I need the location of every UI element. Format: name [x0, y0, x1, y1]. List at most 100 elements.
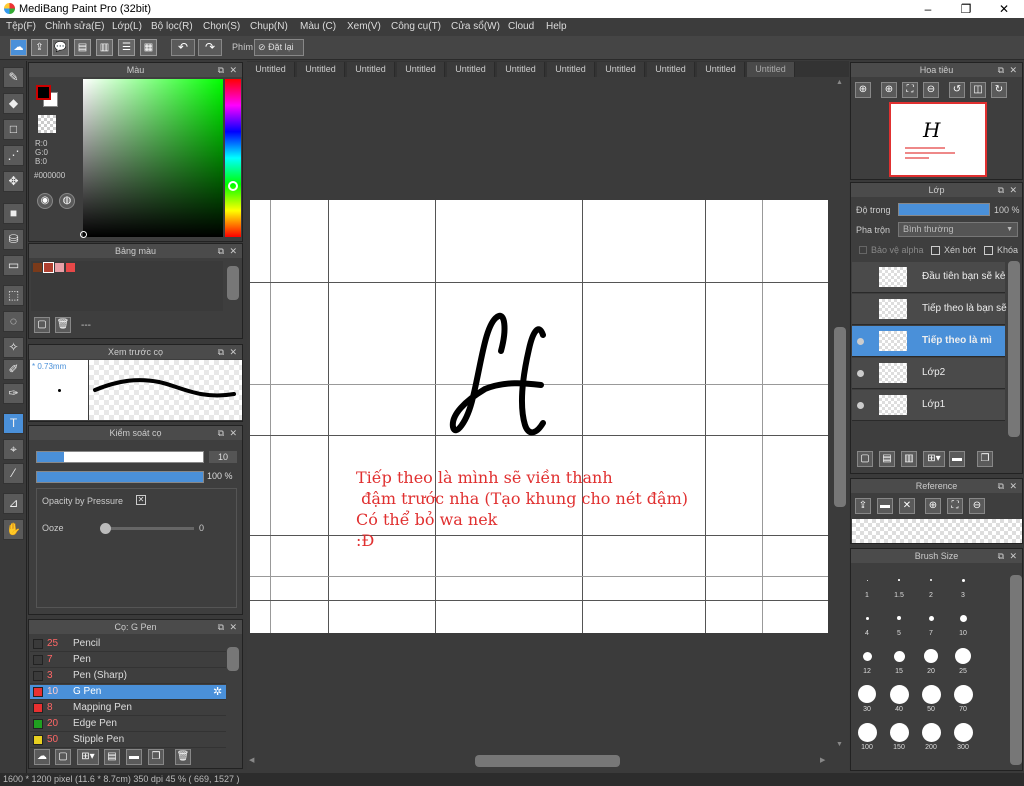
redo-button[interactable]: ↷	[198, 39, 222, 56]
undock-icon[interactable]: ⧉	[218, 244, 224, 258]
ooze-slider[interactable]	[100, 523, 194, 534]
lock-checkbox[interactable]	[984, 246, 993, 255]
open-folder-icon[interactable]: ▬	[877, 498, 893, 514]
menu-filter[interactable]: Bộ lọc(R)	[151, 21, 193, 32]
new-halftone-layer-icon[interactable]: ▤	[879, 451, 895, 467]
document-tab[interactable]: Untitled	[697, 62, 745, 77]
brush-size-dot[interactable]	[930, 579, 932, 581]
undock-icon[interactable]: ⧉	[218, 620, 224, 634]
palette-scrollbar[interactable]	[227, 266, 239, 300]
undock-icon[interactable]: ⧉	[218, 345, 224, 359]
comment-icon[interactable]: ▤	[74, 39, 91, 56]
brush-list-scrollbar[interactable]	[227, 647, 239, 671]
visibility-icon[interactable]	[857, 402, 864, 409]
palette-icon[interactable]: ◉	[37, 193, 53, 209]
scroll-down-icon[interactable]: ▼	[836, 741, 843, 748]
zoom-out-icon[interactable]: ⊖	[969, 498, 985, 514]
brush-size-dot[interactable]	[858, 685, 876, 703]
rotate-right-icon[interactable]: ↻	[991, 82, 1007, 98]
brush-tool-icon[interactable]: ✎	[3, 67, 24, 88]
document-tab[interactable]: Untitled	[397, 62, 445, 77]
menu-file[interactable]: Tệp(F)	[6, 21, 36, 32]
close-icon[interactable]: ✕	[229, 63, 237, 77]
document-tab[interactable]: Untitled	[447, 62, 495, 77]
brush-size-dot[interactable]	[889, 684, 909, 704]
menu-tools[interactable]: Công cụ(T)	[391, 21, 441, 32]
brush-list-item[interactable]: 50 Stipple Pen	[30, 733, 226, 748]
layer-folder-icon[interactable]: ▬	[949, 451, 965, 467]
lasso-tool-icon[interactable]: ◌	[3, 311, 24, 332]
fill-rect-tool-icon[interactable]: ■	[3, 203, 24, 224]
undock-icon[interactable]: ⧉	[998, 479, 1004, 493]
new-8bit-layer-icon[interactable]: ▥	[901, 451, 917, 467]
magic-wand-tool-icon[interactable]: ✧	[3, 337, 24, 358]
brush-list-item[interactable]: 7 Pen	[30, 653, 226, 668]
ooze-handle[interactable]	[100, 523, 111, 534]
trash-icon[interactable]: 🗑	[175, 749, 191, 765]
hue-slider[interactable]	[225, 79, 241, 237]
move-tool-icon[interactable]: ✥	[3, 171, 24, 192]
navigator-thumbnail[interactable]: H	[889, 102, 987, 177]
brush-size-dot[interactable]	[866, 579, 868, 581]
minimize-button[interactable]: –	[909, 0, 947, 18]
layer-item[interactable]: Đầu tiên bạn sẽ kẻ	[852, 262, 1005, 293]
brush-size-dot[interactable]	[928, 615, 934, 621]
visibility-icon[interactable]	[857, 370, 864, 377]
zoom-in-icon[interactable]: ⊕	[855, 82, 871, 98]
zoom-out-icon[interactable]: ⊖	[923, 82, 939, 98]
opacity-pressure-checkbox[interactable]: ✕	[136, 495, 146, 505]
brush-size-dot[interactable]	[865, 616, 869, 620]
brush-size-dot[interactable]	[862, 651, 872, 661]
new-layer-icon[interactable]: ▢	[857, 451, 873, 467]
color-picker-icon[interactable]: ◍	[59, 193, 75, 209]
close-icon[interactable]: ✕	[229, 345, 237, 359]
actual-size-icon[interactable]: ◫	[970, 82, 986, 98]
menu-help[interactable]: Help	[546, 21, 567, 32]
zoom-plus-icon[interactable]: ⊕	[881, 82, 897, 98]
maximize-button[interactable]: ❐	[947, 0, 985, 18]
menu-view[interactable]: Xem(V)	[347, 21, 381, 32]
protect-alpha-checkbox[interactable]	[859, 246, 867, 254]
menu-snap[interactable]: Chụp(N)	[250, 21, 288, 32]
fit-icon[interactable]: ⛶	[902, 82, 918, 98]
sv-cursor[interactable]	[80, 231, 87, 238]
brush-size-dot[interactable]	[924, 649, 938, 663]
close-icon[interactable]: ✕	[1009, 479, 1017, 493]
close-icon[interactable]: ✕	[229, 620, 237, 634]
horizontal-scroll-thumb[interactable]	[475, 755, 620, 767]
close-icon[interactable]: ✕	[1009, 63, 1017, 77]
layer-scrollbar[interactable]	[1008, 261, 1020, 437]
cloud-brush-icon[interactable]: ☁	[34, 749, 50, 765]
palette-swatch[interactable]	[33, 263, 42, 272]
fit-icon[interactable]: ⛶	[947, 498, 963, 514]
select-eraser-tool-icon[interactable]: ✑	[3, 383, 24, 404]
document-tab[interactable]: Untitled	[597, 62, 645, 77]
brush-size-dot[interactable]	[889, 722, 909, 742]
layer-opacity-slider[interactable]	[898, 203, 990, 216]
brush-size-slider[interactable]	[36, 451, 204, 463]
hand-tool-icon[interactable]: ✋	[3, 519, 24, 540]
undock-icon[interactable]: ⧉	[218, 426, 224, 440]
eyedropper-tool-icon[interactable]: ⁄	[3, 463, 24, 484]
zoom-in-icon[interactable]: ⊕	[925, 498, 941, 514]
menu-color[interactable]: Màu (C)	[300, 21, 336, 32]
brush-size-dot[interactable]	[898, 579, 900, 581]
transparent-color-swatch[interactable]	[38, 115, 56, 133]
duplicate-layer-icon[interactable]: ❐	[977, 451, 993, 467]
palette-swatch[interactable]	[43, 262, 54, 273]
speech-bubble-icon[interactable]: 💬	[52, 39, 69, 56]
layer-item[interactable]: Tiếp theo là mì	[852, 326, 1005, 357]
undock-icon[interactable]: ⧉	[998, 549, 1004, 563]
operation-tool-icon[interactable]: ⌖	[3, 439, 24, 460]
document-tab[interactable]: Untitled	[247, 62, 295, 77]
select-pen-tool-icon[interactable]: ✐	[3, 359, 24, 380]
dot-tool-icon[interactable]: ⋰	[3, 145, 24, 166]
brush-size-dot[interactable]	[897, 616, 901, 620]
brush-size-dot[interactable]	[921, 722, 941, 742]
brush-size-dot[interactable]	[953, 722, 973, 742]
scroll-up-icon[interactable]: ▲	[836, 79, 843, 86]
vertical-scroll-thumb[interactable]	[834, 327, 846, 507]
close-reference-icon[interactable]: ✕	[899, 498, 915, 514]
brush-size-dot[interactable]	[921, 684, 941, 704]
close-button[interactable]: ✕	[985, 0, 1023, 18]
